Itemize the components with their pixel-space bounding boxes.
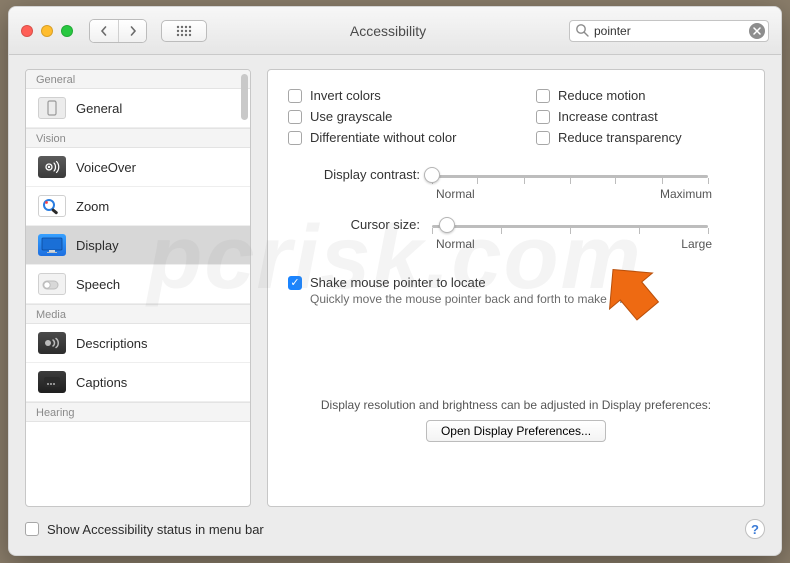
checkbox-label: Shake mouse pointer to locate <box>310 275 486 290</box>
minimize-window-button[interactable] <box>41 25 53 37</box>
zoom-window-button[interactable] <box>61 25 73 37</box>
slider-max-label: Maximum <box>660 187 712 201</box>
x-icon <box>753 27 761 35</box>
slider-min-label: Normal <box>436 237 475 251</box>
sidebar-group-hearing: Hearing <box>26 402 250 422</box>
clear-search-button[interactable] <box>749 23 765 39</box>
diff-without-color-checkbox[interactable]: Differentiate without color <box>288 130 496 145</box>
checkbox-icon <box>536 89 550 103</box>
checkbox-icon <box>536 110 550 124</box>
sidebar-item-general[interactable]: General <box>26 89 250 128</box>
general-icon <box>38 97 66 119</box>
use-grayscale-checkbox[interactable]: Use grayscale <box>288 109 496 124</box>
cursor-size-slider[interactable] <box>432 217 708 235</box>
checkbox-label: Use grayscale <box>310 109 392 124</box>
checkbox-icon <box>25 522 39 536</box>
descriptions-icon <box>38 332 66 354</box>
sidebar-item-voiceover[interactable]: VoiceOver <box>26 148 250 187</box>
sidebar-item-label: Captions <box>76 375 127 390</box>
sidebar: General General Vision VoiceOver Zoom <box>25 69 251 507</box>
close-window-button[interactable] <box>21 25 33 37</box>
sidebar-item-label: Display <box>76 238 119 253</box>
chevron-left-icon <box>99 26 109 36</box>
checkbox-icon <box>288 131 302 145</box>
checkbox-label: Invert colors <box>310 88 381 103</box>
forward-button[interactable] <box>118 20 146 42</box>
display-contrast-row: Display contrast: Normal Maximum <box>288 167 744 201</box>
sidebar-item-label: Zoom <box>76 199 109 214</box>
status-in-menubar-checkbox[interactable]: Show Accessibility status in menu bar <box>25 522 264 537</box>
checkbox-checked-icon: ✓ <box>288 276 302 290</box>
display-contrast-slider[interactable] <box>432 167 708 185</box>
increase-contrast-checkbox[interactable]: Increase contrast <box>536 109 744 124</box>
sidebar-item-label: VoiceOver <box>76 160 136 175</box>
search-input[interactable] <box>569 20 769 42</box>
nav-buttons <box>89 19 147 43</box>
sidebar-item-descriptions[interactable]: Descriptions <box>26 324 250 363</box>
display-contrast-label: Display contrast: <box>288 167 428 182</box>
reduce-motion-checkbox[interactable]: Reduce motion <box>536 88 744 103</box>
slider-min-label: Normal <box>436 187 475 201</box>
sidebar-item-captions[interactable]: Captions <box>26 363 250 402</box>
checkbox-label: Increase contrast <box>558 109 658 124</box>
traffic-lights <box>21 25 73 37</box>
speech-icon <box>38 273 66 295</box>
checkbox-icon <box>536 131 550 145</box>
sidebar-item-label: Descriptions <box>76 336 148 351</box>
body: General General Vision VoiceOver Zoom <box>9 55 781 555</box>
display-panel: Invert colors Use grayscale Differentiat… <box>267 69 765 507</box>
zoom-icon <box>38 195 66 217</box>
titlebar: Accessibility <box>9 7 781 55</box>
grid-icon <box>176 25 192 37</box>
sidebar-item-label: General <box>76 101 122 116</box>
sidebar-item-zoom[interactable]: Zoom <box>26 187 250 226</box>
cursor-size-row: Cursor size: Normal Large <box>288 217 744 251</box>
display-prefs-note: Display resolution and brightness can be… <box>268 398 764 412</box>
sidebar-item-label: Speech <box>76 277 120 292</box>
display-icon <box>38 234 66 256</box>
accessibility-window: Accessibility General General Vision <box>8 6 782 556</box>
checkbox-label: Reduce transparency <box>558 130 682 145</box>
shake-pointer-checkbox[interactable]: ✓ Shake mouse pointer to locate <box>288 275 744 290</box>
checkbox-label: Show Accessibility status in menu bar <box>47 522 264 537</box>
window-title: Accessibility <box>215 23 561 39</box>
open-display-prefs-button[interactable]: Open Display Preferences... <box>426 420 606 442</box>
sidebar-item-speech[interactable]: Speech <box>26 265 250 304</box>
slider-thumb[interactable] <box>424 167 440 183</box>
checkbox-label: Reduce motion <box>558 88 645 103</box>
chevron-right-icon <box>128 26 138 36</box>
help-button[interactable]: ? <box>745 519 765 539</box>
show-all-prefs-button[interactable] <box>161 20 207 42</box>
sidebar-item-display[interactable]: Display <box>26 226 250 265</box>
sidebar-group-vision: Vision <box>26 128 250 148</box>
checkbox-icon <box>288 89 302 103</box>
checkbox-icon <box>288 110 302 124</box>
invert-colors-checkbox[interactable]: Invert colors <box>288 88 496 103</box>
back-button[interactable] <box>90 20 118 42</box>
sidebar-group-media: Media <box>26 304 250 324</box>
captions-icon <box>38 371 66 393</box>
checkbox-label: Differentiate without color <box>310 130 456 145</box>
footer: Show Accessibility status in menu bar ? <box>25 517 765 541</box>
sidebar-group-general: General <box>26 70 250 89</box>
reduce-transparency-checkbox[interactable]: Reduce transparency <box>536 130 744 145</box>
shake-pointer-hint: Quickly move the mouse pointer back and … <box>310 292 744 306</box>
search-icon <box>575 23 589 40</box>
slider-max-label: Large <box>681 237 712 251</box>
search-wrap <box>569 20 769 42</box>
voiceover-icon <box>38 156 66 178</box>
cursor-size-label: Cursor size: <box>288 217 428 232</box>
sidebar-scrollbar[interactable] <box>241 74 248 120</box>
